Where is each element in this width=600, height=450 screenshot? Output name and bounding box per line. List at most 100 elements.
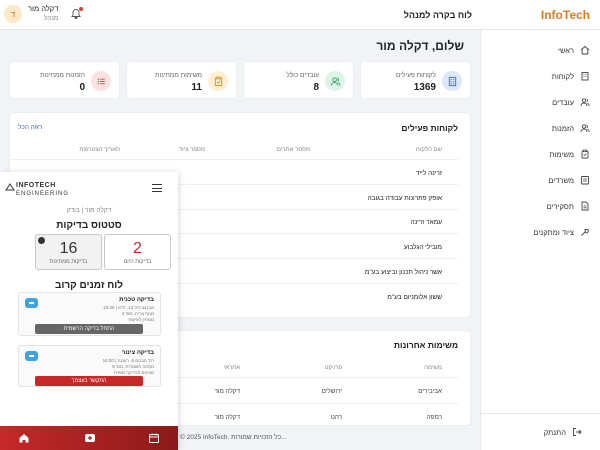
stat-card-pending-tasks[interactable]: משימות ממתינות 11 [126, 61, 237, 99]
sidebar-item-employees[interactable]: עובדים [552, 94, 590, 110]
column-header: משימה [424, 365, 442, 371]
notification-dot [79, 7, 84, 11]
client-row[interactable]: אשר ניהול תכנון וביצוע בע"מ [365, 269, 442, 276]
calendar-icon[interactable] [148, 432, 160, 444]
footer-copyright: © 2025 InfoTech. כל הזכויות שמורות... [180, 434, 287, 441]
sidebar-item-label: משימות [549, 149, 574, 159]
task-name[interactable]: רמפה [427, 414, 442, 421]
column-header: שם הלקוח [415, 147, 442, 153]
panel-title: לקוחות פעילים [401, 123, 458, 133]
schedule-card[interactable]: בדיקה צינור 16:00 | רח' הבנים 5, רעננה מ… [18, 345, 161, 387]
schedule-card-detail: מנוף צריח, מס' 4 [121, 311, 154, 316]
home-icon [580, 45, 590, 55]
logout-icon [573, 428, 582, 436]
stat-value: 0 [79, 82, 85, 93]
client-row[interactable]: מובילי הגלבוע [404, 244, 442, 251]
chat-icon[interactable] [25, 351, 38, 361]
avatar[interactable]: ד [4, 5, 22, 23]
status-title: סטטוס בדיקות [56, 220, 122, 231]
top-bar: InfoTech לוח בקרה למנהל ד דקלה מור מנהל [0, 0, 600, 30]
inspector-subtitle: דקלה מור | בודק [66, 207, 112, 214]
users-icon [580, 124, 590, 133]
sidebar-item-equipment[interactable]: ציוד ומתקנים [533, 224, 590, 240]
hamburger-menu-icon[interactable] [152, 184, 162, 192]
tools-icon [581, 229, 590, 236]
status-label: בדיקות היום [123, 259, 152, 265]
mobile-app-preview: INFOTECH ENGINEERING דקלה מור | בודק סטט… [0, 172, 178, 450]
status-number: 16 [59, 240, 78, 257]
sidebar-item-label: ראשי [558, 45, 574, 55]
sidebar-item-label: משרדים [548, 175, 574, 185]
office-icon [581, 176, 589, 185]
stat-card-pending-orders[interactable]: הזמנות ממתינות 0 [9, 61, 120, 99]
building-icon [442, 71, 462, 91]
status-label: בדיקות ממתינות [49, 259, 88, 265]
schedule-title: לוח זמנים קרוב [54, 280, 124, 291]
user-menu[interactable]: ד דקלה מור מנהל [4, 4, 84, 24]
sidebar-item-home[interactable]: ראשי [558, 42, 590, 58]
sidebar: ראשי לקוחות עובדים הזמנות משימות משרדים … [480, 30, 600, 450]
home-icon[interactable] [18, 432, 30, 444]
sidebar-item-label: תסקירים [546, 201, 574, 211]
call-button[interactable]: התקשר בעצמך [35, 376, 143, 386]
stat-label: משימות ממתינות [155, 72, 202, 79]
stat-value: 11 [191, 82, 202, 93]
logout-label: התנתק [543, 427, 566, 437]
column-header: פרויקט [324, 365, 342, 371]
client-row[interactable]: אופק פתרונות עבודה בגובה [367, 195, 442, 202]
sidebar-item-label: הזמנות [551, 123, 574, 133]
column-header: אחראי [223, 365, 240, 371]
chat-icon[interactable] [25, 298, 38, 308]
list-icon [91, 71, 111, 91]
see-all-link[interactable]: ראה הכל [18, 124, 42, 131]
status-pending-card[interactable]: 16 בדיקות ממתינות [35, 234, 102, 270]
company-logo: INFOTECH ENGINEERING [5, 182, 70, 198]
schedule-card-detail: ממתין לאישור [127, 317, 154, 322]
row-divider [10, 159, 458, 160]
lock-icon [38, 237, 45, 244]
task-name[interactable]: אביבירים [418, 388, 442, 395]
stat-label: עובדים כולל [286, 72, 319, 79]
clipboard-icon [208, 71, 228, 91]
building-icon [581, 72, 589, 81]
stat-label: הזמנות ממתינות [40, 72, 85, 79]
logo-subtext: ENGINEERING [16, 191, 70, 197]
sidebar-item-clients[interactable]: לקוחות [552, 68, 590, 84]
add-icon[interactable] [84, 432, 96, 444]
status-today-card[interactable]: 2 בדיקות היום [104, 234, 171, 270]
column-header: מספר ציוד [178, 147, 205, 153]
sidebar-item-reports[interactable]: תסקירים [547, 198, 590, 214]
sidebar-item-label: ציוד ומתקנים [533, 227, 574, 237]
greeting-heading: שלום, דקלה מור [376, 39, 464, 53]
column-header: מספר אתרים [276, 147, 310, 153]
page-title: לוח בקרה למנהל [403, 10, 472, 20]
logo-mark-icon [5, 183, 15, 191]
users-icon [325, 71, 345, 91]
stat-value: 1369 [413, 82, 436, 93]
schedule-card-detail: 16:00 | רח' הבנים 5, רעננה [102, 358, 154, 363]
client-row[interactable]: זרינה לייד [416, 170, 442, 177]
file-icon [581, 201, 589, 211]
client-row[interactable]: עמאר זרינה [410, 219, 442, 226]
user-role: מנהל [43, 15, 59, 22]
sidebar-item-orders[interactable]: הזמנות [552, 120, 590, 136]
schedule-card[interactable]: בדיקה טכנית 15:30 | אבן גבירול 12, ת"א מ… [18, 292, 161, 336]
panel-title: משימות אחרונות [393, 340, 458, 350]
logo-text: INFOTECH [16, 182, 56, 189]
schedule-card-detail: מוכנים לבדיקה סופית [113, 370, 154, 375]
schedule-card-detail: 15:30 | אבן גבירול 12, ת"א [103, 305, 154, 310]
sidebar-item-offices[interactable]: משרדים [548, 172, 590, 188]
start-inspection-button[interactable]: התחל בדיקה הרשמית [35, 324, 143, 334]
sidebar-item-tasks[interactable]: משימות [549, 146, 590, 162]
client-row[interactable]: ששון אלומניום בע"מ [387, 294, 442, 301]
bell-icon[interactable] [70, 7, 84, 20]
brand-logo[interactable]: InfoTech [541, 8, 590, 22]
users-icon [580, 98, 590, 107]
logout-button[interactable]: התנתק [544, 427, 582, 437]
schedule-card-title: בדיקה טכנית [119, 297, 154, 303]
stat-card-total-employees[interactable]: עובדים כולל 8 [243, 61, 354, 99]
sidebar-item-label: עובדים [552, 97, 574, 107]
schedule-card-detail: מלגזה חשמלית, מס' 8 [112, 364, 154, 369]
schedule-card-title: בדיקה צינור [121, 350, 154, 356]
stat-card-active-clients[interactable]: לקוחות פעילים 1369 [360, 61, 471, 99]
